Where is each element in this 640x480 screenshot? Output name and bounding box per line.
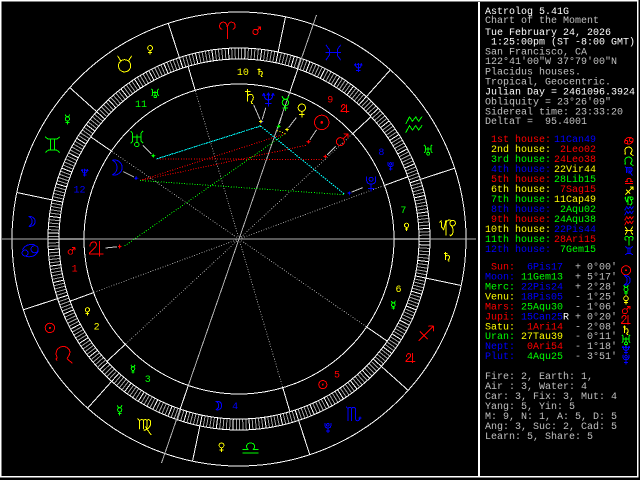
svg-text:122°41'00"W 37°79'00"N: 122°41'00"W 37°79'00"N [485, 56, 617, 68]
svg-text:12th house:: 12th house: [485, 244, 551, 256]
svg-text:Learn: 5, Share: 5: Learn: 5, Share: 5 [485, 431, 593, 443]
svg-text:7Gem15: 7Gem15 [554, 245, 596, 256]
svg-text:12: 12 [73, 186, 85, 197]
svg-text:3: 3 [145, 375, 151, 386]
svg-text:2: 2 [94, 323, 100, 334]
svg-text:4Aqu25: 4Aqu25 [521, 352, 563, 363]
svg-text:8: 8 [378, 148, 384, 159]
svg-text:11: 11 [135, 100, 147, 111]
svg-text:7: 7 [400, 206, 406, 217]
svg-text:- 3°51': - 3°51' [575, 351, 617, 363]
svg-text:4: 4 [232, 402, 238, 413]
svg-text:1: 1 [72, 265, 78, 276]
svg-text:6: 6 [395, 285, 401, 296]
svg-text:DeltaT = 95.4001: DeltaT = 95.4001 [485, 116, 587, 128]
svg-text:Chart of the Moment: Chart of the Moment [485, 15, 599, 27]
svg-text:5: 5 [334, 370, 340, 381]
svg-text:10: 10 [237, 68, 249, 79]
svg-text:Plut:: Plut: [485, 351, 515, 363]
svg-text:R: R [563, 312, 569, 323]
svg-text:9: 9 [327, 95, 333, 106]
